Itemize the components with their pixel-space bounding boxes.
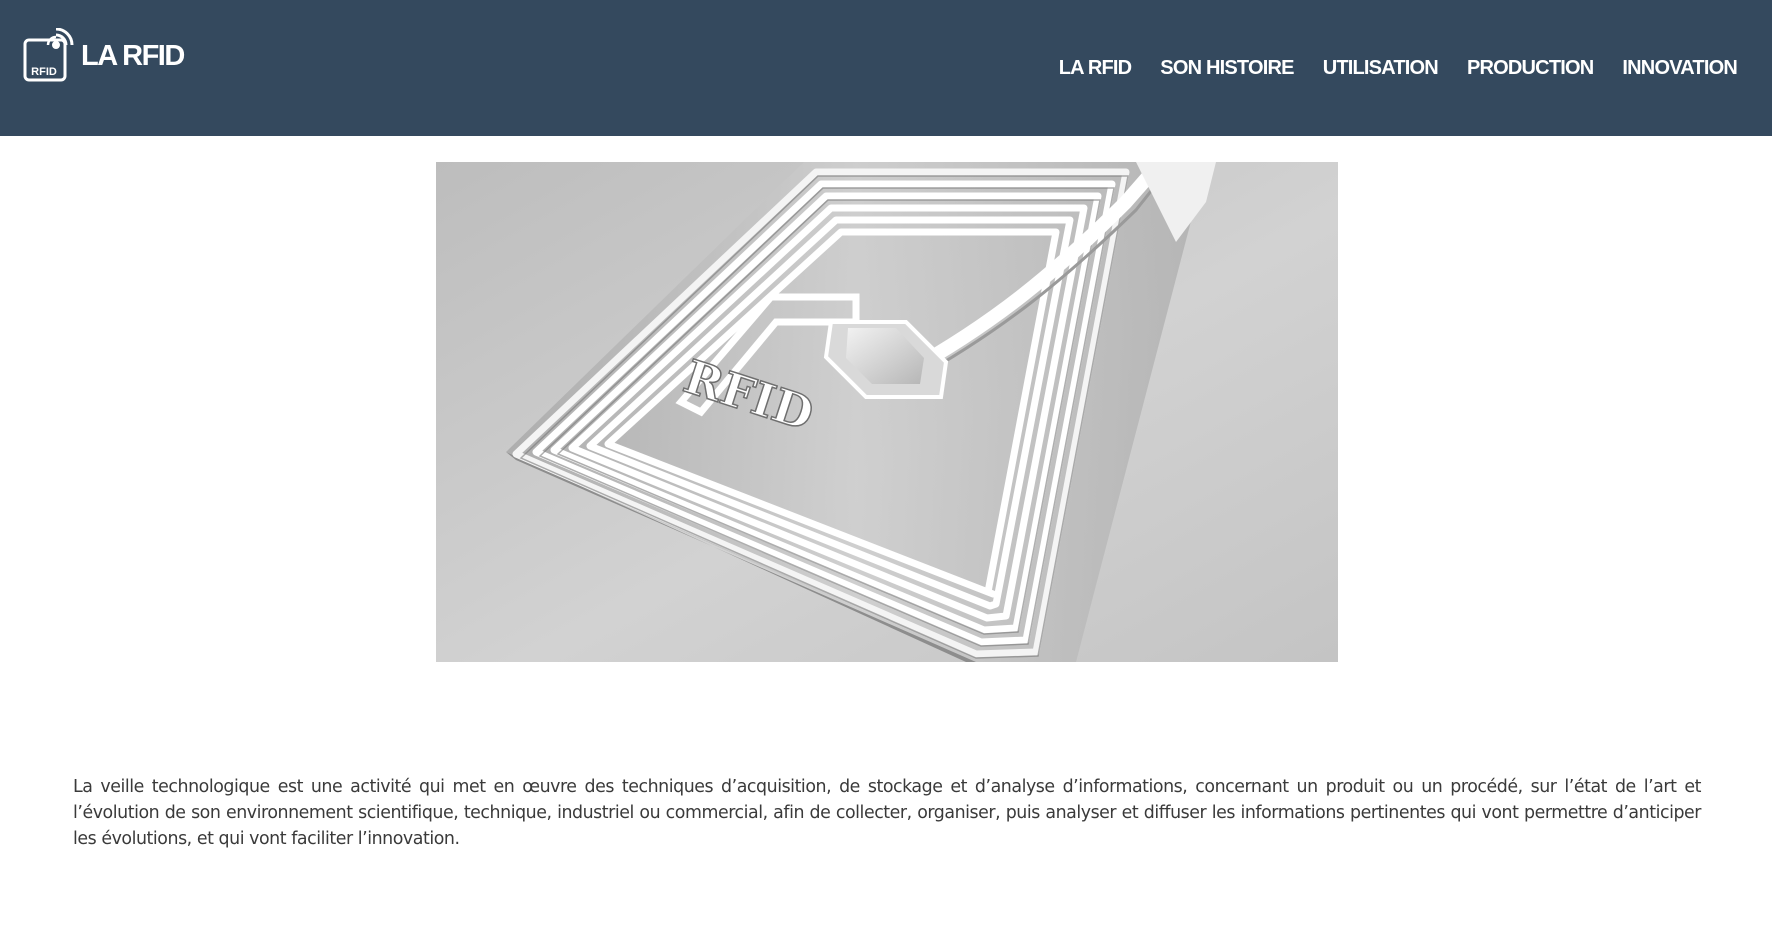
nav-item-utilisation: UTILISATION [1323, 53, 1439, 83]
nav-link-utilisation[interactable]: UTILISATION [1323, 53, 1439, 83]
main-nav: LA RFID SON HISTOIRE UTILISATION PRODUCT… [1059, 53, 1738, 83]
rfid-tag-icon: RFID [23, 28, 75, 84]
logo-badge-text: RFID [31, 66, 57, 78]
brand-title: LA RFID [81, 40, 185, 72]
top-navbar: RFID LA RFID LA RFID SON HISTOIRE UTILIS… [0, 0, 1772, 136]
brand-link[interactable]: RFID LA RFID [23, 28, 185, 84]
nav-link-production[interactable]: PRODUCTION [1467, 53, 1594, 83]
nav-item-la-rfid: LA RFID [1059, 53, 1132, 83]
nav-item-production: PRODUCTION [1467, 53, 1594, 83]
nav-link-son-histoire[interactable]: SON HISTOIRE [1160, 53, 1294, 83]
rfid-tag-hero-image: RFID [436, 162, 1338, 662]
nav-link-la-rfid[interactable]: LA RFID [1059, 53, 1132, 83]
nav-item-innovation: INNOVATION [1622, 53, 1737, 83]
page: RFID LA RFID LA RFID SON HISTOIRE UTILIS… [0, 0, 1772, 935]
nav-link-innovation[interactable]: INNOVATION [1622, 53, 1737, 83]
nav-item-son-histoire: SON HISTOIRE [1160, 53, 1294, 83]
intro-paragraph: La veille technologique est une activité… [73, 777, 1701, 849]
